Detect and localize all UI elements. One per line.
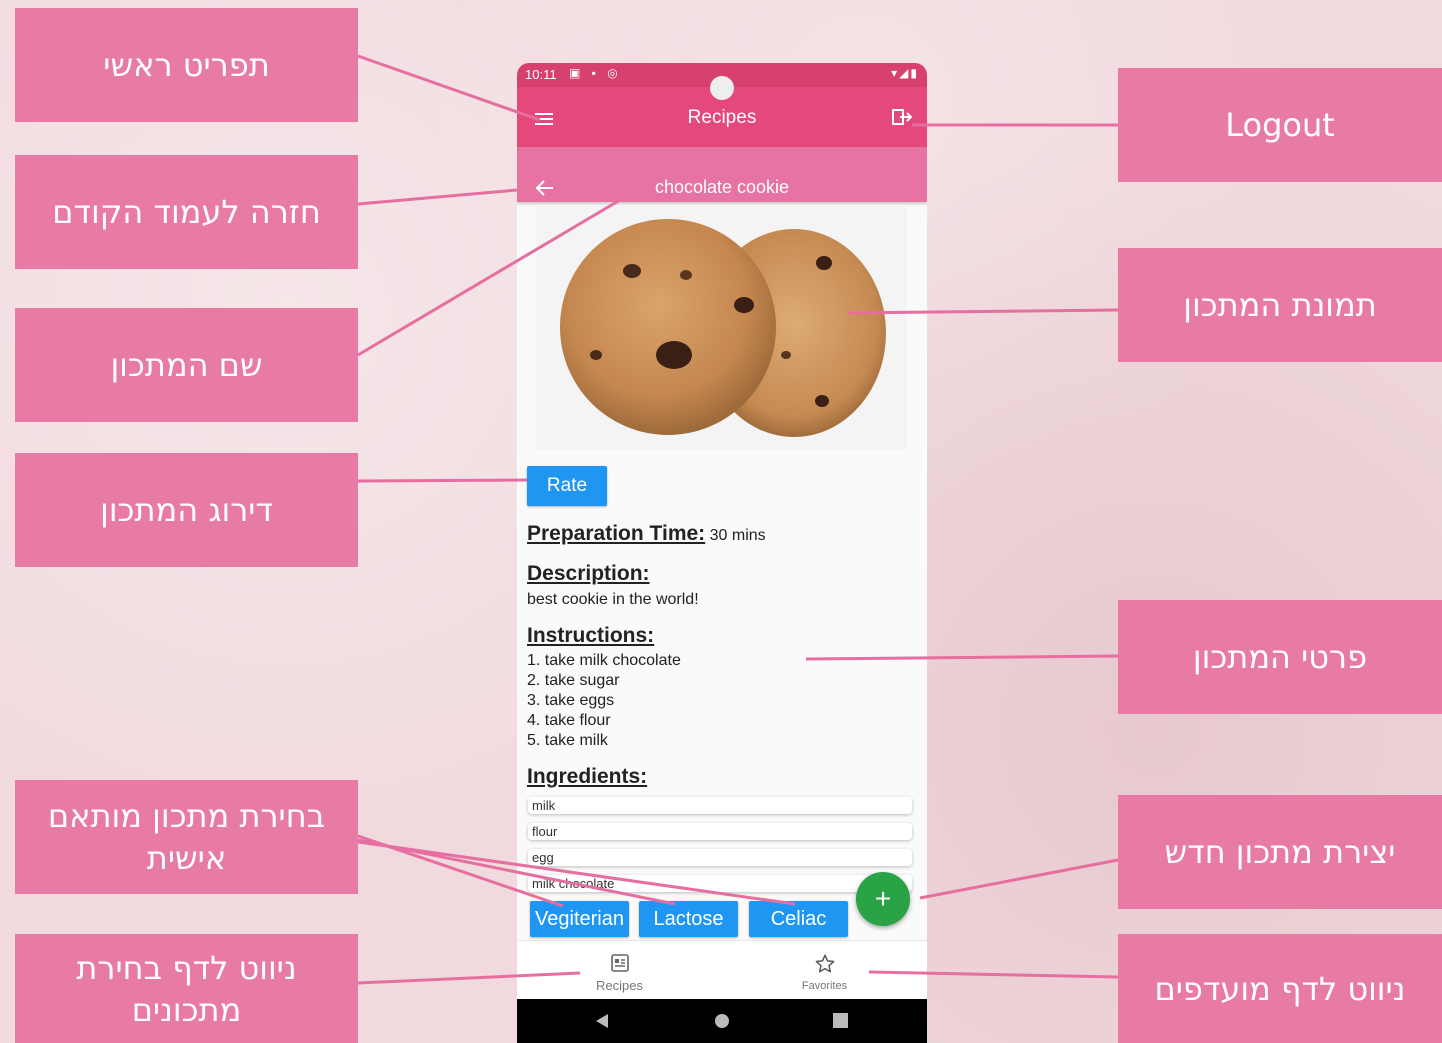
ingredients-label: Ingredients: [527, 765, 648, 788]
star-icon [722, 953, 927, 975]
signal-battery-icons: ▾◢▮ [891, 66, 919, 80]
ingredient-item: milk chocolate [528, 875, 912, 892]
instructions-list: 1. take milk chocolate 2. take sugar 3. … [527, 651, 681, 751]
ingredient-item: egg [528, 849, 912, 866]
nav-favorites-label: Favorites [801, 980, 848, 992]
vegiterian-button[interactable]: Vegiterian [530, 901, 629, 937]
plus-icon: + [874, 883, 892, 914]
recipe-name: chocolate cookie [654, 177, 790, 197]
callout-create-recipe: יצירת מתכון חדש [1118, 795, 1442, 909]
description-label: Description: [527, 562, 650, 585]
instruction-step: 5. take milk [527, 732, 608, 749]
callout-diet-filter: בחירת מתכון מותאם אישית [15, 780, 358, 894]
callout-back: חזרה לעמוד הקודם [15, 155, 358, 269]
prep-time-value: 30 mins [709, 527, 766, 544]
system-nav-bar [517, 999, 927, 1043]
prep-time-row: Preparation Time: 30 mins [527, 522, 766, 546]
status-time: 10:11 [525, 67, 557, 82]
rate-button[interactable]: Rate [527, 466, 607, 506]
logout-icon[interactable] [891, 107, 913, 132]
callout-recipe-name: שם המתכון [15, 308, 358, 422]
system-recents-icon[interactable] [833, 1013, 848, 1033]
lactose-button[interactable]: Lactose [639, 901, 738, 937]
notification-icons: ▣ ▪ ◎ [569, 66, 622, 80]
recipes-nav-icon [517, 953, 722, 973]
callout-logout: Logout [1118, 68, 1442, 182]
celiac-button[interactable]: Celiac [749, 901, 848, 937]
prep-time-label: Preparation Time: [527, 522, 706, 545]
callout-main-menu: תפריט ראשי [15, 8, 358, 122]
instruction-step: 4. take flour [527, 712, 611, 729]
nav-recipes[interactable]: Recipes [517, 941, 722, 999]
callout-recipe-details: פרטי המתכון [1118, 600, 1442, 714]
app-title: Recipes [687, 107, 757, 128]
recipe-image [536, 205, 907, 449]
instruction-step: 2. take sugar [527, 672, 620, 689]
instruction-step: 3. take eggs [527, 692, 615, 709]
instruction-step: 1. take milk chocolate [527, 652, 681, 669]
bottom-nav: Recipes Favorites [517, 940, 927, 999]
callout-nav-favorites: ניווט לדף מועדפים [1118, 934, 1442, 1043]
ingredient-item: flour [528, 823, 912, 840]
nav-recipes-label: Recipes [596, 978, 643, 993]
system-back-icon[interactable] [595, 1013, 609, 1034]
callout-recipe-image: תמונת המתכון [1118, 248, 1442, 362]
system-home-icon[interactable] [714, 1013, 730, 1034]
instructions-label: Instructions: [527, 624, 655, 647]
camera-cutout [710, 76, 734, 100]
recipe-title-bar: chocolate cookie [517, 147, 927, 202]
callout-nav-recipes: ניווט לדף בחירת מתכונים [15, 934, 358, 1043]
callout-rating: דירוג המתכון [15, 453, 358, 567]
ingredient-item: milk [528, 797, 912, 814]
phone-screen: 10:11 ▣ ▪ ◎ ▾◢▮ Recipes chocolate cookie [517, 63, 927, 1043]
description-text: best cookie in the world! [527, 591, 699, 608]
nav-favorites[interactable]: Favorites [722, 941, 927, 999]
add-recipe-button[interactable]: + [856, 872, 910, 926]
